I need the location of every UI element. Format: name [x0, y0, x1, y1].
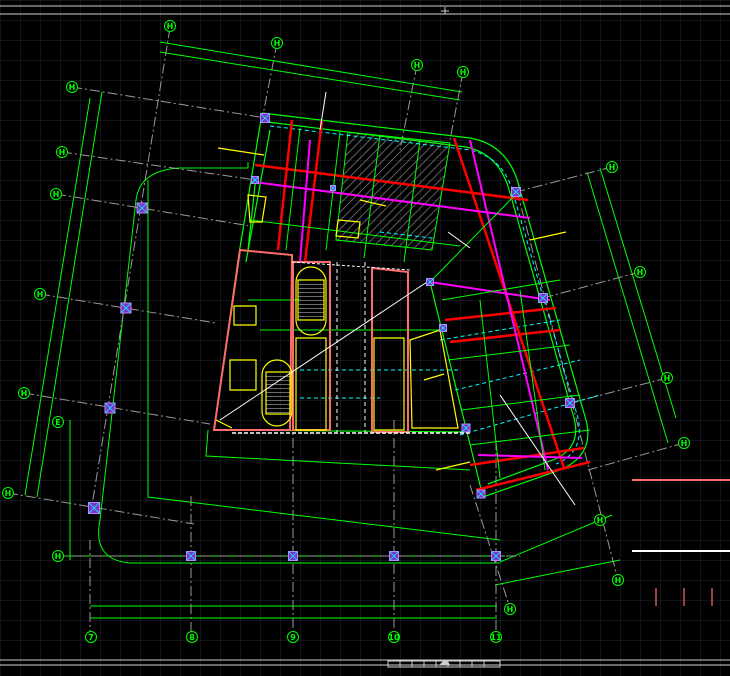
axis-label: 9: [290, 633, 296, 642]
column-marker: [439, 324, 447, 332]
axis-bubble: 7: [85, 631, 97, 643]
axis-label: H: [615, 576, 622, 585]
axis-bubble: H: [18, 387, 30, 399]
column-marker: [389, 551, 399, 561]
axis-bubble: H: [678, 437, 690, 449]
axis-label: H: [609, 163, 616, 172]
axis-label: H: [55, 552, 62, 561]
axis-label: 10: [388, 633, 400, 642]
axis-bubble: H: [164, 20, 176, 32]
axis-label: H: [414, 61, 421, 70]
axis-label: 11: [490, 633, 502, 642]
axis-label: H: [274, 39, 281, 48]
axis-label: H: [507, 605, 514, 614]
axis-bubble: H: [634, 266, 646, 278]
column-marker: [251, 176, 259, 184]
axis-bubble: H: [411, 59, 423, 71]
axis-bubble: 8: [186, 631, 198, 643]
column-marker: [186, 551, 196, 561]
axis-bubble: H: [606, 161, 618, 173]
axis-bubble: H: [52, 550, 64, 562]
axis-label: H: [69, 83, 76, 92]
axis-label: E: [55, 418, 60, 427]
column-marker: [461, 423, 471, 433]
axis-label: 7: [88, 633, 94, 642]
axis-label: H: [681, 439, 688, 448]
axis-label: H: [37, 290, 44, 299]
axis-label: H: [21, 389, 28, 398]
column-marker: [476, 489, 486, 499]
axis-bubble: E: [52, 416, 64, 428]
axis-label: H: [5, 489, 12, 498]
column-marker: [491, 551, 501, 561]
column-marker: [538, 293, 548, 303]
axis-bubble: 10: [388, 631, 400, 643]
axis-bubble: H: [504, 603, 516, 615]
column-marker: [288, 551, 298, 561]
column-marker: [88, 502, 100, 514]
axis-bubble: H: [271, 37, 283, 49]
axis-bubble: H: [612, 574, 624, 586]
column-marker: [511, 187, 521, 197]
axis-label: H: [664, 374, 671, 383]
axis-label: H: [460, 68, 467, 77]
axis-label: H: [597, 516, 604, 525]
axis-label: H: [59, 148, 66, 157]
axis-label: H: [167, 22, 174, 31]
axis-bubble: H: [661, 372, 673, 384]
axis-bubble: H: [457, 66, 469, 78]
cad-viewport[interactable]: 7 8 9 10 11 H H H H H H E H H H H H H H H H H H H: [0, 0, 730, 676]
axis-bubble: H: [50, 188, 62, 200]
column-marker: [330, 185, 336, 191]
column-marker: [565, 398, 575, 408]
axis-bubble: 9: [287, 631, 299, 643]
axis-bubble: H: [2, 487, 14, 499]
column-marker: [104, 402, 116, 414]
axis-bubble: H: [594, 514, 606, 526]
axis-bubble: H: [56, 146, 68, 158]
axis-label: 8: [189, 633, 195, 642]
axis-bubble: 11: [490, 631, 502, 643]
axis-bubble: H: [34, 288, 46, 300]
floor-plan-drawing[interactable]: 7 8 9 10 11 H H H H H H E H H H H H H H H H H H H: [0, 0, 730, 676]
column-marker: [120, 302, 132, 314]
column-marker: [426, 278, 434, 286]
column-marker: [136, 202, 148, 214]
axis-label: H: [53, 190, 60, 199]
axis-label: H: [637, 268, 644, 277]
axis-bubble: H: [66, 81, 78, 93]
column-marker: [260, 113, 270, 123]
